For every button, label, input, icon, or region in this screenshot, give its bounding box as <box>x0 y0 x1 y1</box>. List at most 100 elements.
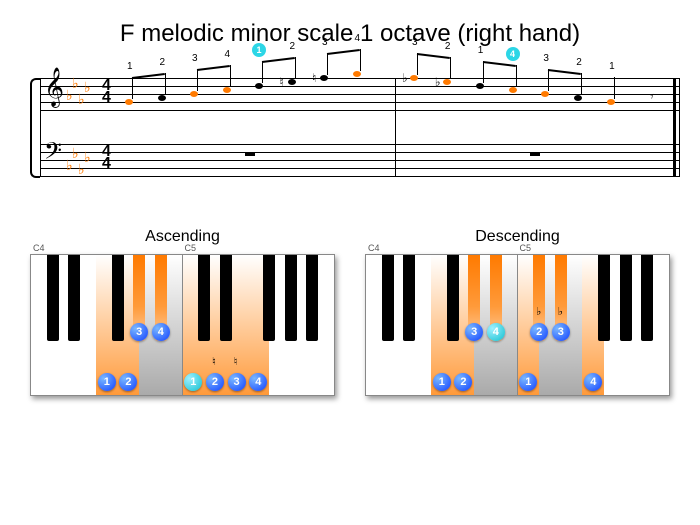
stem <box>450 57 451 79</box>
accidental-label: ♮ <box>212 355 216 368</box>
black-key-Eb4 <box>403 255 415 341</box>
note-F5 <box>353 71 361 77</box>
finger-bubble: 3 <box>552 323 570 341</box>
black-key-Db4 <box>382 255 394 341</box>
fingering: 3 <box>543 53 549 64</box>
fingering: 2 <box>290 41 296 52</box>
bass-whole-rest-2 <box>530 152 540 156</box>
fingering: 3 <box>412 37 418 48</box>
note-Bb4 <box>509 87 517 93</box>
note-E5 <box>320 75 328 81</box>
finger-bubble: 4 <box>152 323 170 341</box>
note-Ab4 <box>541 91 549 97</box>
note-F4 <box>125 99 133 105</box>
bass-whole-rest-1 <box>245 152 255 156</box>
black-key-Gb4 <box>447 255 459 341</box>
note-D5 <box>288 79 296 85</box>
note-G4 <box>158 95 166 101</box>
note-Ab4 <box>190 91 198 97</box>
beam <box>548 69 581 75</box>
octave-label: C4 <box>33 243 45 253</box>
stem <box>327 53 328 75</box>
fingering: 2 <box>576 57 582 68</box>
stem <box>516 65 517 87</box>
barline-end <box>679 78 680 176</box>
beam <box>262 57 295 63</box>
stem <box>197 69 198 91</box>
octave-label: C5 <box>520 243 532 253</box>
stem <box>165 73 166 95</box>
fingering-circled: 4 <box>506 47 520 61</box>
black-key-Eb5 <box>220 255 232 341</box>
black-key-Db4 <box>47 255 59 341</box>
keyboard-descending: C4C512341234♭♭ <box>365 254 670 396</box>
octave-label: C4 <box>368 243 380 253</box>
eighth-rest: 𝄾 <box>650 88 654 105</box>
music-score: 𝄞 𝄢 ♭♭ ♭♭ ♭♭ ♭♭ 4 4 4 4 12341♮2♮34♭3♭214… <box>20 58 680 208</box>
finger-bubble: 2 <box>206 373 224 391</box>
accidental-label: ♮ <box>234 355 238 368</box>
black-key-Db5 <box>198 255 210 341</box>
finger-bubble: 1 <box>433 373 451 391</box>
black-key-Gb5 <box>263 255 275 341</box>
accidental-label: ♭ <box>536 305 541 318</box>
treble-time-signature: 4 4 <box>102 80 111 104</box>
note-C5 <box>255 83 263 89</box>
stem <box>132 77 133 99</box>
finger-bubble: 4 <box>487 323 505 341</box>
stem <box>581 73 582 95</box>
accidental-D5: ♮ <box>280 75 284 89</box>
stem <box>483 61 484 83</box>
beam <box>197 65 230 71</box>
stem <box>614 77 615 99</box>
fingering: 4 <box>225 49 231 60</box>
time-sig-bottom: 4 <box>102 92 111 104</box>
beam <box>483 61 516 67</box>
stem <box>360 49 361 71</box>
final-barline <box>673 78 676 176</box>
note-G4 <box>574 95 582 101</box>
black-key-Ab5 <box>620 255 632 341</box>
keyboard-descending-title: Descending <box>365 228 670 246</box>
grand-staff-brace <box>30 78 40 178</box>
finger-bubble: 1 <box>98 373 116 391</box>
note-F4 <box>607 99 615 105</box>
fingering: 1 <box>609 61 615 72</box>
fingering-circled: 1 <box>252 43 266 57</box>
keyboard-ascending: C4C512341234♮♮ <box>30 254 335 396</box>
fingering: 3 <box>192 53 198 64</box>
stem <box>262 61 263 83</box>
fingering: 3 <box>322 37 328 48</box>
note-Eb5 <box>410 75 418 81</box>
treble-clef-icon: 𝄞 <box>44 70 64 104</box>
finger-bubble: 3 <box>228 373 246 391</box>
stem <box>417 53 418 75</box>
black-key-Bb5 <box>306 255 318 341</box>
fingering: 4 <box>355 33 361 44</box>
stem <box>230 65 231 87</box>
accidental-label: ♭ <box>558 305 563 318</box>
note-Db5 <box>443 79 451 85</box>
black-key-Bb5 <box>641 255 653 341</box>
black-key-Gb4 <box>112 255 124 341</box>
fingering: 1 <box>127 61 133 72</box>
black-key-Ab5 <box>285 255 297 341</box>
accidental-Eb5: ♭ <box>402 71 408 85</box>
note-Bb4 <box>223 87 231 93</box>
keyboard-ascending-title: Ascending <box>30 228 335 246</box>
keyboard-ascending-block: Ascending C4C512341234♮♮ <box>30 228 335 396</box>
barline-start <box>40 78 41 176</box>
keyboard-descending-block: Descending C4C512341234♭♭ <box>365 228 670 396</box>
accidental-Db5: ♭ <box>435 75 441 89</box>
fingering: 2 <box>445 41 451 52</box>
stem <box>548 69 549 91</box>
barline-middle <box>395 78 396 176</box>
fingering: 1 <box>478 45 484 56</box>
fingering: 2 <box>160 57 166 68</box>
bass-clef-icon: 𝄢 <box>44 140 62 168</box>
stem <box>295 57 296 79</box>
bass-time-signature: 4 4 <box>102 146 111 170</box>
note-C5 <box>476 83 484 89</box>
black-key-Eb4 <box>68 255 80 341</box>
octave-label: C5 <box>185 243 197 253</box>
